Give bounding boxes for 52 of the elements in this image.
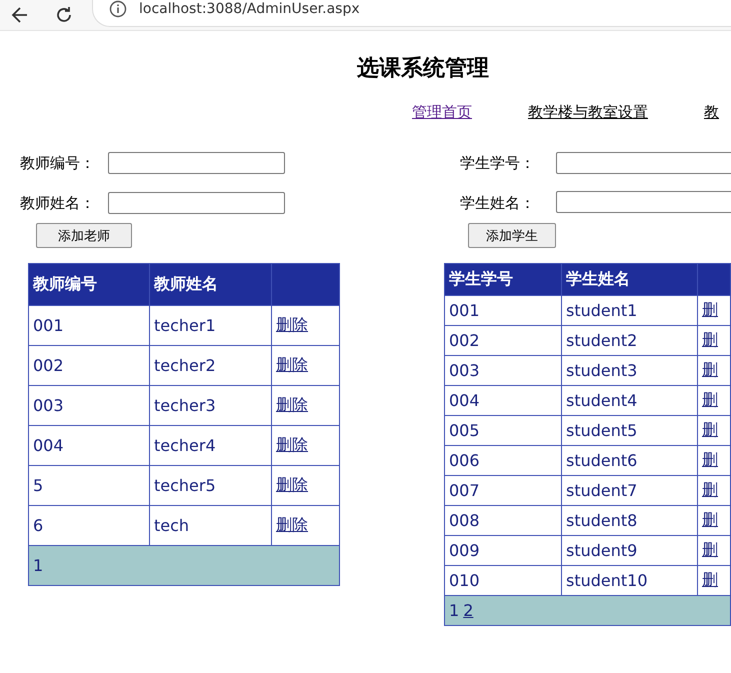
table-cell: student4 [562,386,698,416]
column-header: 学生姓名 [562,264,698,296]
nav-link[interactable]: 管理首页 [412,103,472,129]
reload-icon[interactable] [54,5,74,25]
table-cell: student3 [562,356,698,386]
table-cell: techer5 [150,466,272,506]
nav-link[interactable]: 教学楼与教室设置 [528,103,648,129]
url-text: localhost:3088/AdminUser.aspx [139,0,360,16]
column-header: 学生学号 [444,264,562,296]
table-cell: 007 [444,476,562,506]
back-icon[interactable] [10,5,30,25]
input-field[interactable] [108,192,285,214]
input-field[interactable] [556,152,731,174]
table-cell: 008 [444,506,562,536]
table-cell: 004 [28,426,150,466]
table-cell: student2 [562,326,698,356]
table-cell: student9 [562,536,698,566]
table-cell: 004 [444,386,562,416]
table-cell: 001 [444,296,562,326]
table-cell: 002 [444,326,562,356]
table-cell: techer2 [150,346,272,386]
field-label: 教师姓名： [20,194,96,212]
table-cell: student6 [562,446,698,476]
address-bar[interactable]: localhost:3088/AdminUser.aspx [92,0,731,27]
input-field[interactable] [556,191,731,213]
column-header: 教师姓名 [150,264,272,306]
table-cell: student1 [562,296,698,326]
table-cell: 006 [444,446,562,476]
table-cell: 009 [444,536,562,566]
table-cell: 001 [28,306,150,346]
field-label: 学生姓名： [460,194,536,212]
nav-link[interactable]: 教 [704,103,719,129]
table-cell: 5 [28,466,150,506]
table-cell: techer1 [150,306,272,346]
page-title: 选课系统管理 [357,55,489,81]
add-button[interactable]: 添加老师 [36,223,132,248]
table-cell: techer4 [150,426,272,466]
table-cell: student5 [562,416,698,446]
add-button[interactable]: 添加学生 [468,223,556,248]
field-label: 教师编号： [20,154,96,172]
input-field[interactable] [108,152,285,174]
column-header: 教师编号 [28,264,150,306]
field-label: 学生学号： [460,154,536,172]
table-cell: student8 [562,506,698,536]
info-icon[interactable] [109,0,127,18]
table-cell: 003 [444,356,562,386]
table-cell: 002 [28,346,150,386]
table-cell: 003 [28,386,150,426]
table-cell: student7 [562,476,698,506]
table-cell: techer3 [150,386,272,426]
page-link[interactable]: 2 [463,601,474,620]
table-cell: 005 [444,416,562,446]
